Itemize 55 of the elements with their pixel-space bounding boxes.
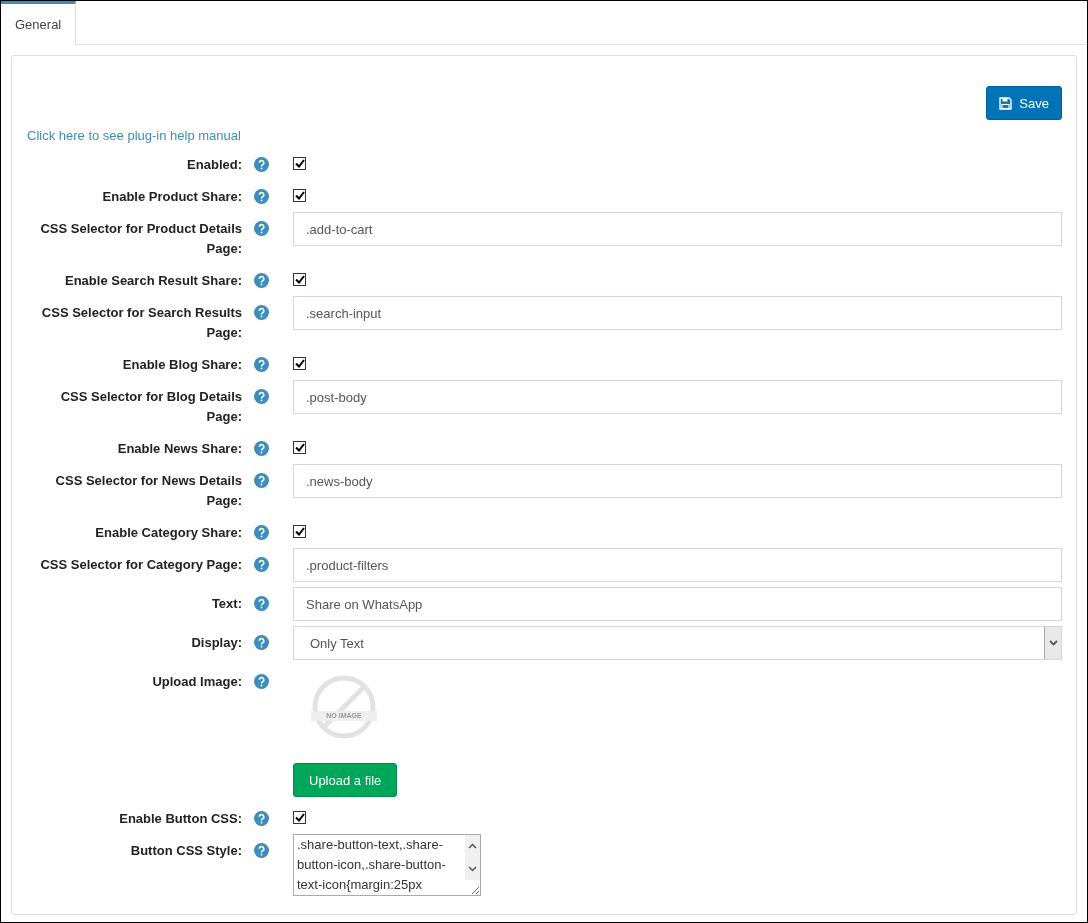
field-label: Enabled: [186, 156, 242, 174]
checkbox[interactable] [293, 157, 306, 170]
tab[interactable]: General [1, 1, 77, 45]
help-icon[interactable] [254, 557, 269, 572]
checkbox[interactable] [293, 441, 306, 454]
field-label: Enable Search Result Share: [64, 272, 242, 290]
help-icon[interactable] [254, 811, 269, 826]
field-label: Enable Blog Share: [121, 356, 242, 374]
help-icon[interactable] [254, 441, 269, 456]
field-label: CSS Selector for Product Details Page: [39, 220, 242, 258]
text-input[interactable]: Share on WhatsApp [293, 587, 1062, 621]
caret-icon [1048, 640, 1058, 646]
help-icon[interactable] [254, 843, 269, 858]
text-input[interactable]: .add-to-cart [293, 212, 1062, 246]
help-icon[interactable] [254, 674, 269, 689]
checkbox[interactable] [293, 357, 306, 370]
no-image-drawing [311, 674, 377, 740]
field-label: Text: [210, 595, 242, 613]
field-label: Enable News Share: [116, 440, 242, 458]
field-label: CSS Selector for Blog Details Page: [59, 388, 242, 426]
chevron-up-icon[interactable] [468, 843, 477, 850]
display-select[interactable]: Only Text [293, 626, 1062, 660]
help-icon[interactable] [254, 305, 269, 320]
text-input[interactable]: .search-input [293, 296, 1062, 330]
help-icon[interactable] [254, 635, 269, 650]
field-label: Enable Button CSS: [118, 810, 242, 828]
help-icon[interactable] [254, 473, 269, 488]
field-label: CSS Selector for Search Results Page: [40, 304, 242, 342]
text-input[interactable]: .product-filters [293, 548, 1062, 582]
field-label: Display: [190, 634, 242, 652]
help-icon[interactable] [254, 157, 269, 172]
field-label: Enable Product Share: [101, 188, 242, 206]
help-icon[interactable] [254, 221, 269, 236]
help-icon[interactable] [254, 389, 269, 404]
help-icon[interactable] [254, 273, 269, 288]
checkbox[interactable] [293, 189, 306, 202]
checkbox[interactable] [293, 525, 306, 538]
checkbox[interactable] [293, 811, 306, 824]
save-button[interactable]: Save [986, 86, 1062, 120]
field-label: Button CSS Style: [129, 842, 242, 860]
field-label: CSS Selector for News Details Page: [54, 472, 242, 510]
text-input[interactable]: .news-body [293, 464, 1062, 498]
checkbox[interactable] [293, 273, 306, 286]
field-label: Upload Image: [151, 673, 242, 691]
help-icon[interactable] [254, 357, 269, 372]
help-icon[interactable] [254, 189, 269, 204]
field-label: Enable Category Share: [94, 524, 242, 542]
scrollbar[interactable] [465, 835, 480, 880]
help-icon[interactable] [254, 596, 269, 611]
text-input[interactable]: .post-body [293, 380, 1062, 414]
help-manual-link[interactable]: Click here to see plug-in help manual [27, 128, 241, 143]
help-icon[interactable] [254, 525, 269, 540]
css-textarea[interactable]: .share-button-text,.share-button-icon,.share-button-text-icon{margin:25px [293, 834, 481, 896]
chevron-down-icon[interactable] [468, 865, 477, 872]
field-label: CSS Selector for Category Page: [39, 556, 242, 574]
